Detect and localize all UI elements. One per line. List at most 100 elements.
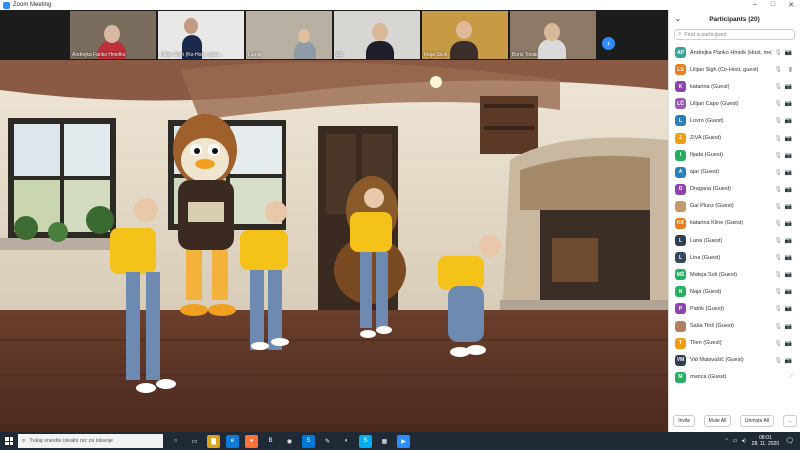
mic-icon[interactable]: 🎙	[774, 340, 782, 347]
firefox-icon[interactable]: ●	[245, 434, 258, 448]
chrome-icon[interactable]: ◉	[283, 434, 296, 448]
skype2-icon[interactable]: S	[359, 434, 372, 448]
more-button[interactable]: ...	[782, 415, 797, 427]
explorer-icon[interactable]: ▇	[207, 434, 220, 448]
maximize-button[interactable]: □	[764, 1, 782, 9]
participant-row[interactable]: LČ Lilijan Čapo (Guest) 🎙 📷	[669, 95, 800, 112]
mic-icon[interactable]: 🎙	[774, 254, 782, 261]
mic-icon[interactable]: 🎙	[774, 271, 782, 278]
participant-row[interactable]: Saša Tinš (Guest) 🎙 📷	[669, 318, 800, 335]
participant-row[interactable]: Aajar (Guest) 🎙 📷	[669, 164, 800, 181]
camera-icon[interactable]: 📷	[785, 254, 792, 261]
participant-row[interactable]: MŠ Mateja Šoli (Guest) 🎙 📷	[669, 266, 800, 283]
windows-icon	[5, 437, 13, 445]
collapse-panel-icon[interactable]: ⌄	[675, 15, 681, 23]
participant-row[interactable]: L Lana (Guest) 🎙 📷	[669, 232, 800, 249]
clock[interactable]: 08:01 28. 11. 2020	[752, 435, 779, 447]
video-tile[interactable]: Lumbi	[246, 11, 332, 59]
camera-icon[interactable]: 📷	[785, 203, 792, 210]
video-tile[interactable]: Lilijan Sigh (Ko-Host, gues...	[158, 11, 244, 59]
participant-row[interactable]: Kkatarina (Guest) 🎙 📷	[669, 78, 800, 95]
start-button[interactable]	[0, 432, 18, 450]
camera-icon[interactable]: 📷	[785, 220, 792, 227]
mic-icon[interactable]: 🎙	[774, 49, 782, 56]
participant-search-input[interactable]: ⌕ Find a participant	[674, 29, 795, 40]
participant-name: Lina (Guest)	[690, 254, 721, 261]
participant-row[interactable]: D Dragana (Guest) 🎙 📷	[669, 181, 800, 198]
participant-row[interactable]: L Lovro (Guest) 🎙 📷	[669, 112, 800, 129]
participant-row[interactable]: VM Vid Malavašič (Guest) 🎙 📷	[669, 352, 800, 369]
taskbar-search-input[interactable]: ⌕ Tukaj vnesite iskalni niz za iskanje	[18, 434, 163, 448]
participant-row[interactable]: KK katarina Kline (Guest) 🎙 📷	[669, 215, 800, 232]
mic-icon[interactable]: 🎙	[774, 357, 782, 364]
task-view-icon[interactable]: ○	[169, 435, 182, 448]
camera-icon[interactable]: 📷	[785, 117, 792, 124]
network-icon[interactable]: ▭	[733, 438, 738, 444]
camera-icon[interactable]: 📷	[785, 169, 792, 176]
camera-icon[interactable]: ▮	[789, 66, 792, 73]
mic-icon[interactable]: 🎙	[774, 117, 782, 124]
unmute-all-button[interactable]: Unmute All	[739, 415, 775, 427]
video-tile[interactable]: Maja Skok	[422, 11, 508, 59]
skype-icon[interactable]: S	[302, 434, 315, 448]
participant-row[interactable]: I Iljada (Guest) 🎙 📷	[669, 147, 800, 164]
task-switch-icon[interactable]: ▭	[188, 435, 201, 448]
video-tile[interactable]: Andrejka Fanko Hmelko	[70, 11, 156, 59]
mic-icon[interactable]: 🎙	[774, 323, 782, 330]
camera-icon[interactable]: 📷	[785, 186, 792, 193]
camera-icon[interactable]: 📷	[785, 323, 792, 330]
camera-icon[interactable]: 📷	[785, 271, 792, 278]
mic-icon[interactable]: 🎙	[774, 169, 782, 176]
paint-icon[interactable]: ✎	[321, 434, 334, 448]
participant-row[interactable]: L Lina (Guest) 🎙 📷	[669, 249, 800, 266]
store-icon[interactable]: ▦	[378, 434, 391, 448]
mic-icon[interactable]: 🎙	[774, 66, 782, 73]
camera-icon[interactable]: 📷	[785, 237, 792, 244]
next-page-button[interactable]: ›	[602, 37, 615, 50]
participant-row[interactable]: Gal Plunz (Guest) 🎙 📷	[669, 198, 800, 215]
avatar	[675, 200, 686, 212]
mic-icon[interactable]: 🎙	[774, 305, 782, 312]
invite-button[interactable]: Invite	[673, 415, 696, 427]
camera-icon[interactable]: ⁄	[791, 374, 792, 380]
participant-row[interactable]: T Tilen (Guest) 🎙 📷	[669, 335, 800, 352]
camera-icon[interactable]: 📷	[785, 357, 792, 364]
close-button[interactable]: ✕	[782, 1, 800, 9]
camera-icon[interactable]: 📷	[785, 100, 792, 107]
participant-row[interactable]: P Patrik (Guest) 🎙 📷	[669, 300, 800, 317]
mic-icon[interactable]: 🎙	[774, 152, 782, 159]
mic-icon[interactable]: 🎙	[774, 220, 782, 227]
participant-row[interactable]: Z ZiVA (Guest) 🎙 📷	[669, 129, 800, 146]
camera-icon[interactable]: 📷	[785, 83, 792, 90]
mic-icon[interactable]: 🎙	[774, 83, 782, 90]
camera-icon[interactable]: 📷	[785, 288, 792, 295]
participant-row[interactable]: AP Andrejka Panko Hmelk (Host, me) 🎙 📷	[669, 44, 800, 61]
camera-icon[interactable]: 📷	[785, 49, 792, 56]
notification-icon[interactable]: 🗨	[785, 437, 794, 445]
mic-icon[interactable]: 🎙	[774, 186, 782, 193]
minimize-button[interactable]: –	[746, 1, 764, 9]
tray-arrow-icon[interactable]: ⌃	[725, 438, 729, 444]
volume-icon[interactable]: ◂)	[741, 438, 745, 444]
avatar: N	[675, 286, 686, 298]
mute-all-button[interactable]: Mute All	[703, 415, 732, 427]
camera-icon[interactable]: 📷	[785, 305, 792, 312]
mic-icon[interactable]: 🎙	[774, 135, 782, 142]
video-tile[interactable]: Zia	[334, 11, 420, 59]
mic-icon[interactable]: 🎙	[774, 288, 782, 295]
participant-row[interactable]: Mmanca (Guest) ⁄	[669, 369, 800, 386]
brave-icon[interactable]: B	[264, 434, 277, 448]
camera-icon[interactable]: 📷	[785, 152, 792, 159]
camera-icon[interactable]: 📷	[785, 340, 792, 347]
video-tile[interactable]: Boris Tovak	[510, 11, 596, 59]
edge-new-icon[interactable]: ◐	[340, 434, 353, 448]
zoom-icon[interactable]: ▶	[397, 434, 410, 448]
mic-icon[interactable]: 🎙	[774, 203, 782, 210]
participant-row[interactable]: LS Lilijan Sigh (Co-Host, guest) 🎙 ▮	[669, 61, 800, 78]
camera-icon[interactable]: 📷	[785, 135, 792, 142]
mic-icon[interactable]: 🎙	[774, 237, 782, 244]
mic-icon[interactable]: 🎙	[774, 100, 782, 107]
edge-icon[interactable]: e	[226, 434, 239, 448]
avatar: A	[675, 166, 686, 178]
participant-row[interactable]: N Naja (Guest) 🎙 📷	[669, 283, 800, 300]
